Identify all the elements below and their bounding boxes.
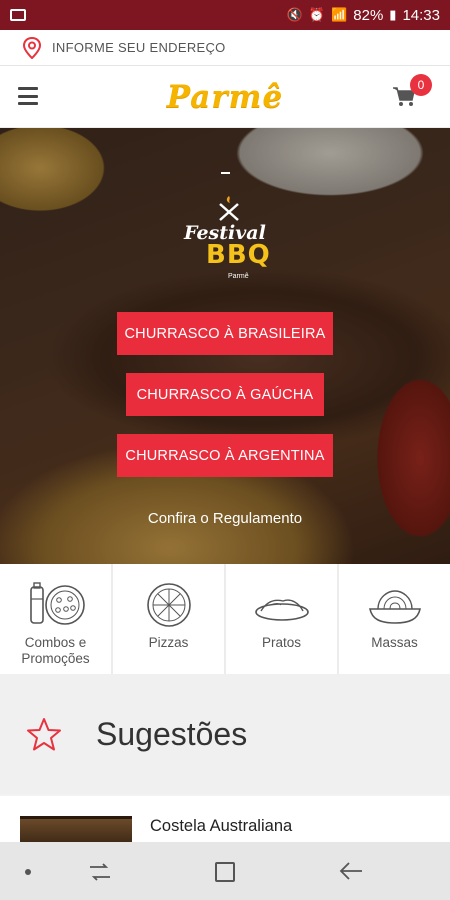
status-bar: 🔇 ⏰ 📶 82% ▮ 14:33 bbox=[0, 0, 450, 30]
combo-icon bbox=[29, 582, 85, 625]
brand-logo: Parmê bbox=[166, 78, 284, 115]
star-icon bbox=[27, 718, 61, 751]
nav-dot-icon bbox=[25, 869, 31, 875]
status-right: 🔇 ⏰ 📶 82% ▮ 14:33 bbox=[287, 7, 440, 24]
app-header: Parmê 0 bbox=[0, 66, 450, 128]
hero-banner: Festival BBQ Parmê CHURRASCO À BRASILEIR… bbox=[0, 128, 450, 564]
cart-count-badge: 0 bbox=[410, 74, 432, 96]
category-combos[interactable]: Combos e Promoções bbox=[0, 564, 111, 674]
suggestions-title: Sugestões bbox=[96, 715, 248, 752]
product-name: Costela Australiana bbox=[150, 817, 293, 835]
category-pratos[interactable]: Pratos bbox=[226, 564, 337, 674]
grill-tools-icon bbox=[219, 196, 239, 221]
category-label: Massas bbox=[371, 635, 418, 650]
address-prompt: INFORME SEU ENDEREÇO bbox=[52, 40, 226, 55]
bbq-text: BBQ bbox=[206, 240, 271, 270]
banner-brand-text: Parmê bbox=[228, 273, 249, 280]
suggestions-header: Sugestões bbox=[0, 674, 450, 794]
back-icon[interactable] bbox=[338, 859, 364, 883]
plate-icon bbox=[254, 599, 309, 621]
location-pin-icon bbox=[22, 36, 42, 59]
category-bar: Combos e Promoções Pizzas Pratos Massas bbox=[0, 564, 450, 674]
home-icon[interactable] bbox=[215, 862, 235, 882]
alarm-icon: ⏰ bbox=[308, 7, 326, 22]
product-card[interactable]: Costela Australiana bbox=[0, 796, 450, 846]
category-pizzas[interactable]: Pizzas bbox=[113, 564, 224, 674]
churrasco-argentina-button[interactable]: CHURRASCO À ARGENTINA bbox=[117, 434, 333, 477]
festival-bbq-logo: Festival BBQ Parmê bbox=[180, 194, 272, 284]
category-label: Pizzas bbox=[148, 635, 189, 650]
pasta-icon bbox=[368, 590, 421, 624]
battery-percent: 82% bbox=[353, 6, 384, 24]
pizza-icon bbox=[146, 583, 191, 627]
wifi-icon: 📶 bbox=[331, 7, 348, 22]
status-left bbox=[10, 9, 26, 21]
system-navigation-bar bbox=[0, 842, 450, 900]
churrasco-brasileira-button[interactable]: CHURRASCO À BRASILEIRA bbox=[117, 312, 333, 355]
recent-apps-icon[interactable] bbox=[88, 861, 112, 883]
carousel-indicator bbox=[221, 172, 230, 174]
battery-icon: ▮ bbox=[389, 7, 397, 22]
clock: 14:33 bbox=[402, 6, 440, 24]
address-bar[interactable]: INFORME SEU ENDEREÇO bbox=[0, 30, 450, 66]
category-massas[interactable]: Massas bbox=[339, 564, 450, 674]
cart-button[interactable]: 0 bbox=[392, 74, 432, 108]
gallery-notification-icon bbox=[10, 9, 26, 21]
regulation-link[interactable]: Confira o Regulamento bbox=[0, 510, 450, 527]
churrasco-gaucha-button[interactable]: CHURRASCO À GAÚCHA bbox=[126, 373, 324, 416]
mute-icon: 🔇 bbox=[286, 7, 303, 22]
category-label: Combos e Promoções bbox=[21, 635, 90, 666]
category-label: Pratos bbox=[261, 635, 302, 650]
hamburger-menu-icon[interactable] bbox=[18, 87, 38, 105]
